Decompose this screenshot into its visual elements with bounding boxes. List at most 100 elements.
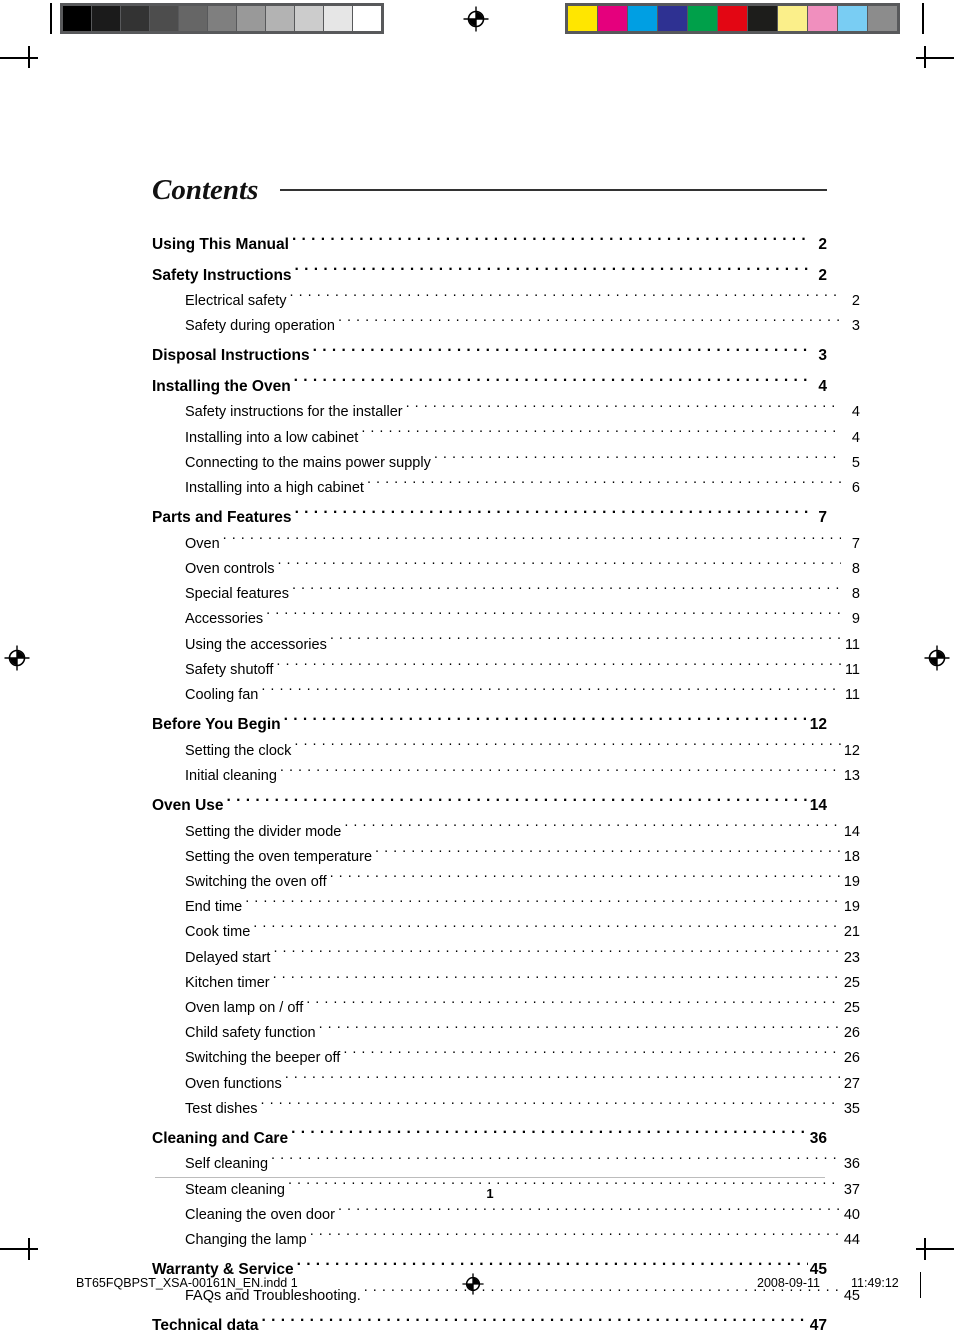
toc-entry-page-number: 2 [818,236,827,253]
toc-entry-label: Cook time [185,924,251,941]
toc-subsection-entry[interactable]: Delayed start 23 [152,946,860,971]
toc-subsection-entry[interactable]: Setting the clock 12 [152,739,860,764]
toc-entry-page-number: 37 [843,1181,860,1198]
toc-entry-label: Switching the beeper off [185,1050,341,1067]
toc-entry-label: Oven Use [152,797,224,815]
calibration-swatch [838,6,867,31]
calibration-swatch [778,6,807,31]
imprint-filename: BT65FQBPST_XSA-00161N_EN.indd 1 [76,1276,298,1290]
toc-entry-page-number: 21 [843,924,860,941]
toc-dot-leader [375,846,841,861]
toc-subsection-entry[interactable]: Accessories 9 [152,607,860,632]
toc-subsection-entry[interactable]: End time 19 [152,895,860,920]
toc-section-entry[interactable]: Parts and Features 7 [152,501,827,532]
toc-subsection-entry[interactable]: Using the accessories 11 [152,633,860,658]
calibration-swatch [237,6,265,31]
toc-subsection-entry[interactable]: Kitchen timer 25 [152,971,860,996]
toc-subsection-entry[interactable]: Self cleaning 36 [152,1152,860,1177]
toc-entry-page-number: 12 [843,742,860,759]
toc-section-entry[interactable]: Disposal Instructions 3 [152,339,827,370]
toc-subsection-entry[interactable]: Safety instructions for the installer 4 [152,400,860,425]
crop-mark-top-right-horizontal [916,57,954,59]
toc-entry-label: Electrical safety [185,293,287,309]
toc-section-entry[interactable]: Using This Manual 2 [152,228,827,259]
toc-entry-page-number: 11 [844,636,860,653]
imprint-time: 11:49:12 [851,1276,899,1290]
toc-subsection-entry[interactable]: Setting the divider mode 14 [152,820,860,845]
toc-entry-label: Test dishes [185,1100,258,1117]
toc-entry-label: Delayed start [185,949,271,966]
toc-subsection-entry[interactable]: Changing the lamp 44 [152,1228,860,1253]
toc-subsection-entry[interactable]: Switching the oven off 19 [152,870,860,895]
toc-entry-label: Cooling fan [185,686,259,703]
toc-entry-label: Safety shutoff [185,661,274,678]
toc-dot-leader [253,922,841,937]
toc-entry-page-number: 26 [843,1050,860,1067]
toc-section-entry[interactable]: Oven Use 14 [152,789,827,820]
toc-subsection-entry[interactable]: Initial cleaning 13 [152,764,860,789]
toc-dot-leader [284,714,808,730]
toc-subsection-entry[interactable]: Installing into a high cabinet 6 [152,476,860,501]
calibration-swatch [63,6,91,31]
toc-entry-page-number: 2 [851,293,860,309]
page-title: Contents [152,173,259,206]
toc-entry-page-number: 9 [851,611,860,628]
toc-subsection-entry[interactable]: Special features 8 [152,582,860,607]
toc-subsection-entry[interactable]: Oven functions 27 [152,1072,860,1097]
toc-entry-page-number: 3 [851,318,860,335]
toc-dot-leader [367,478,841,493]
toc-subsection-entry[interactable]: Test dishes 35 [152,1097,860,1122]
title-divider-rule [280,189,827,191]
toc-entry-page-number: 2 [818,266,827,284]
toc-entry-page-number: 12 [809,716,827,734]
toc-dot-leader [297,1259,808,1275]
toc-dot-leader [310,1230,841,1245]
calibration-swatch [295,6,323,31]
prepress-right-rule [922,3,924,34]
toc-entry-label: Oven [185,535,220,552]
toc-entry-label: Kitchen timer [185,974,270,991]
toc-entry-label: Changing the lamp [185,1232,307,1249]
toc-subsection-entry[interactable]: Switching the beeper off 26 [152,1046,860,1071]
toc-subsection-entry[interactable]: Safety during operation 3 [152,314,860,339]
toc-dot-leader [285,1073,841,1088]
contents-header: Contents [152,170,827,210]
toc-entry-label: Installing into a low cabinet [185,429,359,446]
toc-subsection-entry[interactable]: Oven lamp on / off 25 [152,996,860,1021]
toc-section-entry[interactable]: Safety Instructions 2 [152,259,827,290]
toc-dot-leader [292,234,808,250]
toc-entry-label: Disposal Instructions [152,347,310,365]
toc-subsection-entry[interactable]: Oven 7 [152,532,860,557]
toc-section-entry[interactable]: Technical data 47 [152,1309,827,1340]
toc-subsection-entry[interactable]: Safety shutoff 11 [152,658,860,683]
print-imprint-line: BT65FQBPST_XSA-00161N_EN.indd 1 2008-09-… [0,1273,954,1300]
toc-subsection-entry[interactable]: Cook time 21 [152,920,860,945]
toc-subsection-entry[interactable]: Setting the oven temperature 18 [152,845,860,870]
toc-dot-leader [276,659,841,674]
toc-entry-page-number: 4 [851,404,860,421]
toc-subsection-entry[interactable]: Child safety function 26 [152,1021,860,1046]
toc-dot-leader [291,1127,808,1143]
toc-entry-label: Installing into a high cabinet [185,480,364,497]
toc-entry-label: Technical data [152,1317,259,1334]
toc-entry-label: Setting the clock [185,742,292,759]
toc-subsection-entry[interactable]: Oven controls 8 [152,557,860,582]
toc-entry-label: Oven controls [185,560,275,577]
toc-subsection-entry[interactable]: Electrical safety 2 [152,289,860,314]
toc-section-entry[interactable]: Before You Begin 12 [152,708,827,739]
toc-subsection-entry[interactable]: Cleaning the oven door 40 [152,1203,860,1228]
toc-section-entry[interactable]: Installing the Oven 4 [152,370,827,401]
toc-entry-page-number: 44 [843,1232,860,1249]
toc-section-entry[interactable]: Cleaning and Care 36 [152,1122,827,1153]
toc-subsection-entry[interactable]: Connecting to the mains power supply 5 [152,451,860,476]
crop-mark-top-left-horizontal [0,57,38,59]
toc-entry-page-number: 14 [843,823,860,840]
toc-entry-page-number: 11 [844,661,860,678]
toc-entry-label: Connecting to the mains power supply [185,454,431,471]
toc-dot-leader [294,375,808,391]
toc-subsection-entry[interactable]: Cooling fan 11 [152,683,860,708]
toc-entry-page-number: 18 [843,848,860,865]
toc-entry-label: Cleaning the oven door [185,1206,335,1223]
toc-subsection-entry[interactable]: Installing into a low cabinet 4 [152,426,860,451]
toc-entry-label: Using the accessories [185,636,327,653]
